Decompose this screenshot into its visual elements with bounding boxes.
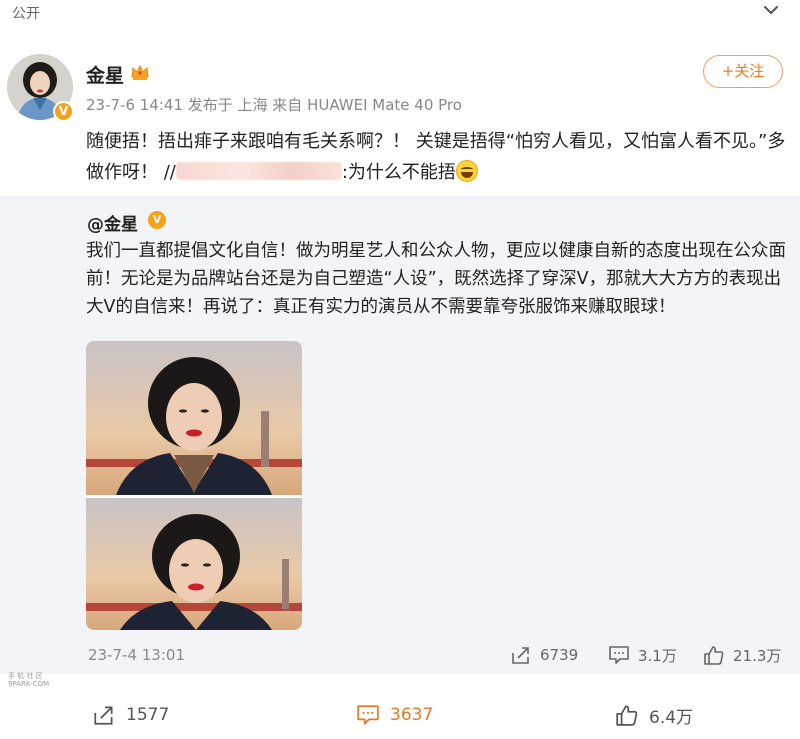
crown-icon	[131, 64, 149, 80]
original-like-stat[interactable]: 21.3万	[703, 644, 781, 666]
original-author-name[interactable]: @金星	[87, 210, 138, 235]
comment-button[interactable]: 3637	[356, 702, 433, 728]
original-share-stat[interactable]: 6739	[510, 644, 578, 666]
original-verified-badge: V	[148, 211, 166, 229]
thumbs-up-icon	[616, 705, 638, 726]
action-bar: 1577 3637 6.4万	[0, 694, 800, 739]
share-icon	[512, 647, 529, 664]
original-share-count: 6739	[540, 646, 579, 664]
comment-icon	[609, 646, 629, 664]
verified-badge: V	[53, 101, 74, 122]
post-photo[interactable]	[86, 341, 302, 630]
original-post-time: 23-7-4 13:01	[88, 646, 185, 664]
share-button[interactable]: 1577	[92, 702, 169, 728]
laughing-emoji-icon	[455, 160, 478, 182]
comment-count: 3637	[390, 705, 434, 725]
share-count: 1577	[126, 705, 170, 725]
like-button[interactable]: 6.4万	[615, 702, 693, 728]
comment-icon	[357, 705, 379, 725]
follow-button[interactable]: +关注	[703, 55, 783, 88]
original-comment-count: 3.1万	[638, 646, 677, 665]
share-icon	[94, 706, 113, 725]
thumbs-up-icon	[704, 646, 724, 665]
watermark: 手 机 社 区 9PARK·COM	[8, 672, 50, 688]
author-name[interactable]: 金星	[86, 61, 124, 88]
chevron-down-icon[interactable]	[762, 2, 780, 18]
visibility-label: 公开	[12, 6, 40, 22]
blurred-username	[175, 162, 342, 180]
original-comment-stat[interactable]: 3.1万	[608, 644, 677, 666]
post-text: 随便捂！捂出痱子来跟咱有毛关系啊？！ 关键是捂得“怕穷人看见，又怕富人看不见。”…	[86, 126, 786, 188]
original-post-text: 我们一直都提倡文化自信！做为明星艺人和公众人物，更应以健康自新的态度出现在公众面…	[86, 241, 786, 317]
reposted-post[interactable]: @金星 V 我们一直都提倡文化自信！做为明星艺人和公众人物，更应以健康自新的态度…	[0, 196, 800, 674]
post-meta: 23-7-6 14:41 发布于 上海 来自 HUAWEI Mate 40 Pr…	[86, 96, 462, 114]
top-bar: 公开	[0, 0, 800, 30]
original-like-count: 21.3万	[733, 646, 782, 665]
post-header: V 金星 23-7-6 14:41 发布于 上海 来自 HUAWEI Mate …	[0, 40, 800, 122]
like-count: 6.4万	[649, 707, 694, 728]
post-text-part2: :为什么不能捂	[341, 162, 456, 183]
